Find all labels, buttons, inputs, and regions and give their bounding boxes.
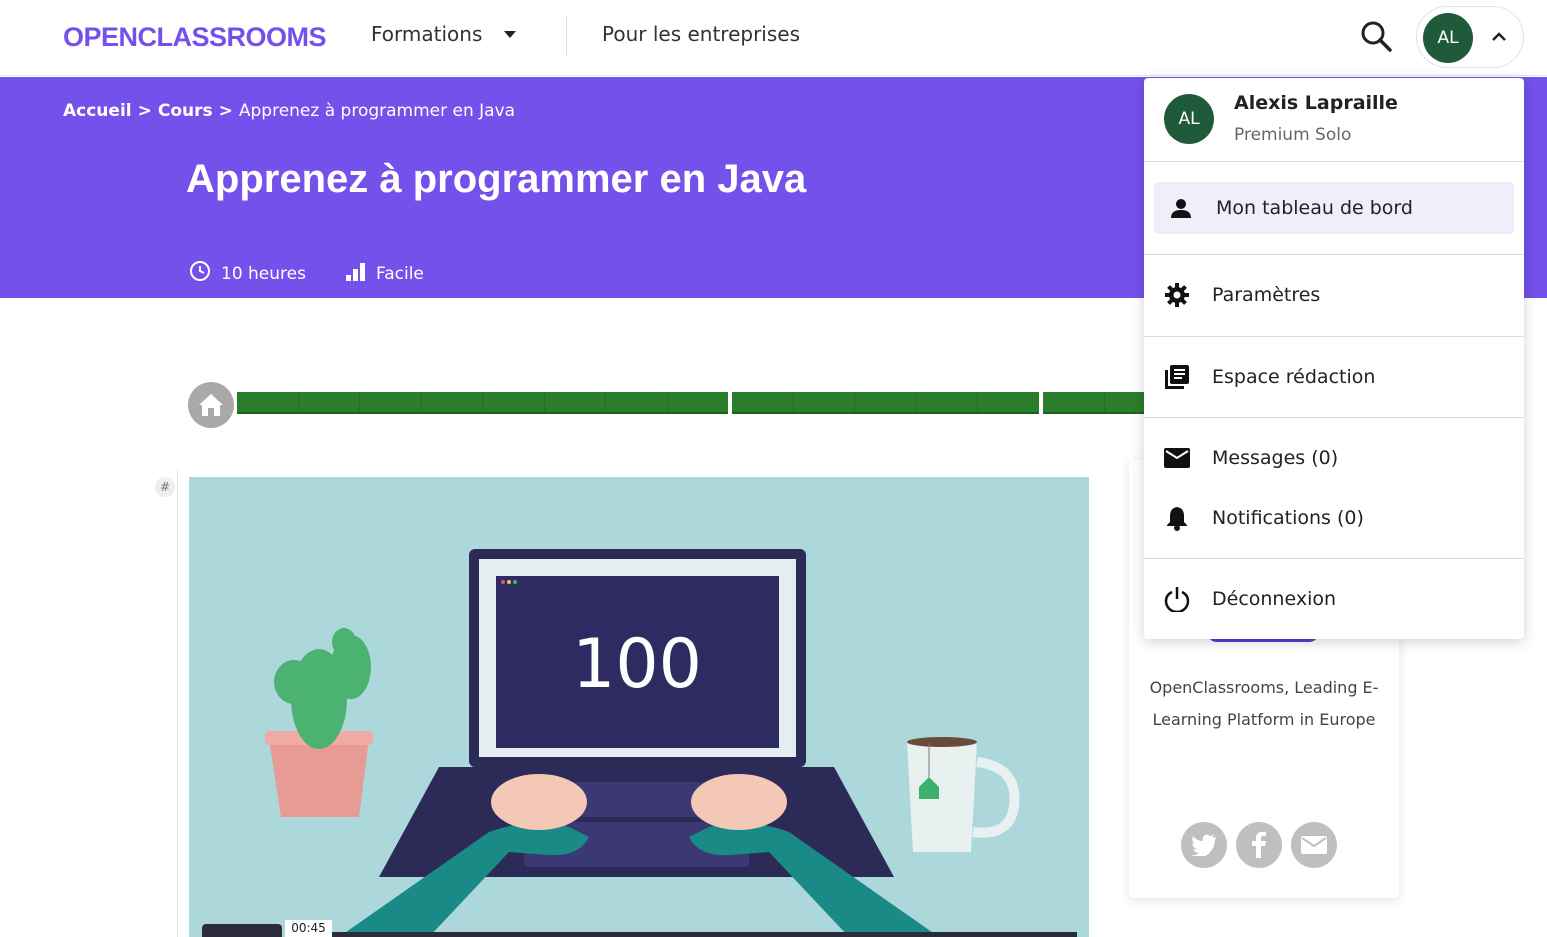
- dropdown-user-header: AL Alexis Lapraille Premium Solo: [1144, 78, 1524, 162]
- menu-item-settings[interactable]: Paramètres: [1154, 269, 1514, 321]
- power-icon: [1162, 584, 1192, 614]
- video-progress-track[interactable]: [332, 932, 1077, 937]
- person-icon: [1166, 193, 1196, 223]
- menu-item-label: Notifications (0): [1212, 507, 1364, 529]
- menu-item-messages[interactable]: Messages (0): [1154, 432, 1514, 484]
- user-plan: Premium Solo: [1234, 125, 1352, 145]
- progress-part-1[interactable]: [237, 392, 728, 414]
- breadcrumb: Accueil > Cours > Apprenez à programmer …: [63, 101, 515, 121]
- avatar: AL: [1164, 94, 1214, 144]
- menu-item-label: Déconnexion: [1212, 588, 1337, 610]
- menu-item-label: Espace rédaction: [1212, 366, 1376, 388]
- anchor-link[interactable]: #: [155, 477, 175, 497]
- caret-down-icon: [504, 30, 517, 38]
- mail-share-icon[interactable]: [1291, 822, 1337, 868]
- user-dropdown-menu: AL Alexis Lapraille Premium Solo Mon tab…: [1144, 78, 1524, 639]
- library-icon: [1162, 362, 1192, 392]
- breadcrumb-separator: >: [137, 101, 152, 121]
- course-duration: 10 heures: [221, 263, 306, 284]
- formations-menu[interactable]: Formations: [371, 22, 517, 46]
- card-description: OpenClassrooms, Leading E-Learning Platf…: [1149, 678, 1379, 729]
- breadcrumb-current: Apprenez à programmer en Java: [238, 101, 516, 121]
- avatar: AL: [1423, 13, 1473, 63]
- video-illustration: 100: [265, 549, 1020, 937]
- progress-part-2[interactable]: [732, 392, 1039, 414]
- nav-divider: [566, 16, 567, 56]
- user-name: Alexis Lapraille: [1234, 92, 1398, 114]
- course-difficulty: Facile: [375, 263, 424, 284]
- menu-item-logout[interactable]: Déconnexion: [1154, 573, 1514, 625]
- breadcrumb-home[interactable]: Accueil: [63, 101, 132, 121]
- page-title: Apprenez à programmer en Java: [186, 157, 807, 201]
- breadcrumb-courses[interactable]: Cours: [158, 101, 213, 121]
- openclassrooms-logo[interactable]: OPENCLASSROOMS: [63, 22, 327, 53]
- twitter-icon[interactable]: [1181, 822, 1227, 868]
- top-navigation-bar: OPENCLASSROOMS Formations Pour les entre…: [0, 0, 1547, 76]
- mail-icon: [1162, 443, 1192, 473]
- course-home-button[interactable]: [188, 382, 234, 428]
- home-icon: [199, 394, 223, 416]
- menu-divider: [1144, 558, 1524, 559]
- menu-item-label: Messages (0): [1212, 447, 1339, 469]
- gear-icon: [1162, 280, 1192, 310]
- clock-icon: [189, 260, 211, 287]
- bell-icon: [1162, 503, 1192, 533]
- course-meta: 10 heures Facile: [189, 260, 424, 287]
- video-time: 00:45: [285, 920, 332, 937]
- menu-divider: [1144, 254, 1524, 255]
- menu-item-label: Mon tableau de bord: [1216, 197, 1413, 219]
- progress-part-3[interactable]: [1043, 392, 1144, 414]
- entreprises-link[interactable]: Pour les entreprises: [602, 22, 800, 46]
- difficulty-icon: [344, 260, 366, 287]
- menu-divider: [1144, 336, 1524, 337]
- chevron-up-icon: [1489, 27, 1509, 47]
- menu-item-notifications[interactable]: Notifications (0): [1154, 492, 1514, 544]
- formations-label: Formations: [371, 22, 483, 46]
- search-icon[interactable]: [1358, 18, 1394, 54]
- content-left-border: [177, 470, 178, 937]
- menu-item-label: Paramètres: [1212, 284, 1321, 306]
- facebook-icon[interactable]: [1236, 822, 1282, 868]
- course-video[interactable]: 100: [189, 477, 1089, 937]
- menu-divider: [1144, 417, 1524, 418]
- screen-number: 100: [572, 625, 702, 704]
- menu-item-writing-space[interactable]: Espace rédaction: [1154, 351, 1514, 403]
- menu-item-dashboard[interactable]: Mon tableau de bord: [1154, 182, 1514, 234]
- user-menu-button[interactable]: AL: [1416, 6, 1524, 68]
- play-button[interactable]: [202, 924, 282, 937]
- breadcrumb-separator: >: [218, 101, 233, 121]
